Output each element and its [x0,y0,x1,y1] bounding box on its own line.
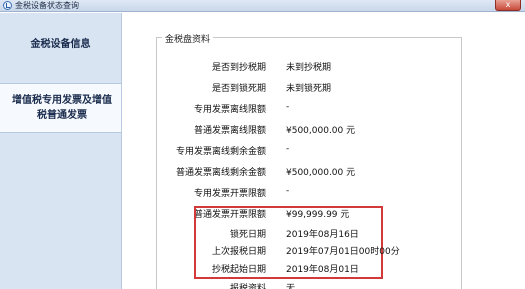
row-value: 2019年08月01日 [286,265,359,275]
row-label: 普通发票离线限额 [193,126,266,136]
row-label: 上次报税日期 [211,247,266,257]
row-label: 抄税起始日期 [211,265,266,275]
info-row: 普通发票离线剩余金额 ¥500,000.00 元 [122,165,525,178]
info-row: 专用发票开票限额 - [122,186,525,199]
row-value: 2019年08月16日 [286,230,359,240]
main-panel: 金税盘资料 是否到抄税期 未到抄税期 是否到锁死期 未到锁死期 专用发票离线限额… [121,13,525,289]
row-label: 专用发票离线限额 [193,105,266,115]
row-value: - [286,144,290,154]
app-icon [3,1,12,10]
sidebar: 金税设备信息 增值税专用发票及增值税普通发票 [0,13,124,289]
window-title-bar: 金税设备状态查询 x [0,0,525,12]
sidebar-item-label: 金税设备信息 [30,38,91,50]
info-row: 锁死日期 2019年08月16日 [122,227,525,240]
group-title: 金税盘资料 [162,32,214,45]
info-row: 专用发票离线剩余金额 - [122,144,525,157]
row-label: 报税资料 [229,284,266,289]
row-label: 是否到锁死期 [211,84,266,94]
close-button[interactable]: x [495,0,521,11]
info-row: 上次报税日期 2019年07月01日00时00分 [122,244,525,257]
row-value: - [286,102,290,112]
window-title: 金税设备状态查询 [15,0,79,10]
sidebar-item-device-info[interactable]: 金税设备信息 [0,35,121,53]
row-value: - [286,186,290,196]
row-label: 是否到抄税期 [211,63,266,73]
row-value: 无 [286,284,296,289]
row-value: ¥500,000.00 元 [286,126,356,136]
info-row: 抄税起始日期 2019年08月01日 [122,262,525,275]
row-label: 专用发票离线剩余金额 [175,147,266,157]
info-row: 是否到抄税期 未到抄税期 [122,60,525,73]
row-label: 专用发票开票限额 [193,189,266,199]
row-value: 未到抄税期 [286,63,332,73]
row-value: 未到锁死期 [286,84,332,94]
row-label: 锁死日期 [229,230,266,240]
sidebar-item-vat-invoices[interactable]: 增值税专用发票及增值税普通发票 [0,83,124,133]
row-value: 2019年07月01日00时00分 [286,247,400,257]
row-value: ¥500,000.00 元 [286,168,356,178]
info-row: 专用发票离线限额 - [122,102,525,115]
info-row: 普通发票离线限额 ¥500,000.00 元 [122,123,525,136]
sidebar-item-label: 增值税专用发票及增值税普通发票 [12,95,112,121]
row-label: 普通发票离线剩余金额 [175,168,266,178]
info-row: 是否到锁死期 未到锁死期 [122,81,525,94]
info-row: 报税资料 无 [122,281,525,289]
